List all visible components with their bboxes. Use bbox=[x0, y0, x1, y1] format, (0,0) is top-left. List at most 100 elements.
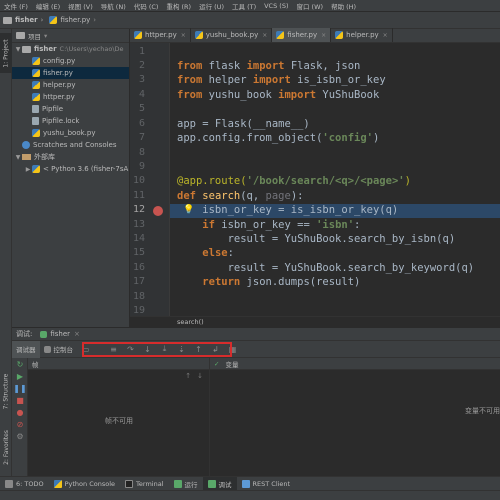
editor-tab[interactable]: httper.py × bbox=[130, 28, 191, 42]
editor-tab[interactable]: yushu_book.py × bbox=[191, 28, 273, 42]
tree-file-item[interactable]: Pipfile bbox=[12, 103, 129, 115]
view-breakpoints-icon[interactable]: ● bbox=[12, 406, 28, 418]
file-icon bbox=[32, 105, 39, 113]
menu-item[interactable]: 代码 (C) bbox=[130, 1, 163, 11]
line-number: 7 bbox=[138, 132, 145, 143]
breadcrumb-separator: › bbox=[40, 16, 44, 24]
expand-arrow-icon[interactable]: ▼ bbox=[14, 154, 22, 161]
expand-arrow-icon[interactable]: ▼ bbox=[14, 46, 22, 53]
project-pane: 项目 ▾ ▼ fisher C:\Users\yechao\De config.… bbox=[12, 29, 130, 327]
code-line: from helper import is_isbn_or_key bbox=[177, 74, 386, 86]
collapse-arrow-icon[interactable]: ▶ bbox=[24, 166, 32, 173]
project-pane-header[interactable]: 项目 ▾ bbox=[12, 29, 129, 43]
menu-item[interactable]: 编辑 (E) bbox=[32, 1, 64, 11]
python-file-icon bbox=[32, 69, 40, 77]
code-line: else: bbox=[202, 247, 234, 259]
menu-item[interactable]: 帮助 (H) bbox=[327, 1, 360, 11]
structure-tool-tab[interactable]: 7: Structure bbox=[0, 369, 12, 413]
breadcrumb-separator: › bbox=[93, 16, 97, 24]
tree-root-fisher[interactable]: ▼ fisher C:\Users\yechao\De bbox=[12, 43, 129, 55]
close-icon[interactable]: × bbox=[262, 32, 267, 39]
scratches-icon bbox=[22, 141, 30, 149]
left-tool-strip: 1: Project 7: Structure 2: Favorites bbox=[0, 29, 12, 476]
line-number: 17 bbox=[132, 276, 145, 287]
favorites-tool-tab[interactable]: 2: Favorites bbox=[0, 425, 12, 469]
editor-tab[interactable]: helper.py × bbox=[331, 28, 393, 42]
terminal-icon bbox=[125, 479, 134, 488]
breadcrumb-file[interactable]: fisher.py › bbox=[46, 16, 99, 24]
code-line: from flask import Flask, json bbox=[177, 60, 361, 72]
debug-tool-button[interactable]: 调试 bbox=[202, 476, 237, 491]
chevron-down-icon[interactable]: ▾ bbox=[44, 32, 47, 40]
python-file-icon bbox=[32, 57, 40, 65]
tab-debugger[interactable]: 调试器 bbox=[12, 340, 40, 358]
python-console-button[interactable]: Python Console bbox=[49, 477, 120, 491]
terminal-button[interactable]: Terminal bbox=[120, 477, 168, 491]
settings-icon[interactable]: ⚙ bbox=[12, 430, 28, 442]
tree-file-item[interactable]: helper.py bbox=[12, 79, 129, 91]
variables-empty-message: 变量不可用 bbox=[465, 407, 500, 415]
close-icon[interactable]: × bbox=[383, 32, 388, 39]
breakpoint-icon[interactable] bbox=[153, 206, 163, 216]
editor-tab[interactable]: fisher.py × bbox=[272, 28, 332, 42]
pause-icon[interactable]: ❚❚ bbox=[12, 382, 28, 394]
tree-file-item[interactable]: fisher.py bbox=[12, 67, 129, 79]
code-line: if isbn_or_key == 'isbn': bbox=[202, 219, 361, 231]
rerun-icon[interactable]: ↻ bbox=[12, 358, 28, 370]
menu-item[interactable]: 重构 (R) bbox=[162, 1, 195, 11]
code-editor[interactable]: 1 2 3 4 5 6 7 8 9 10 11 12 13 14 15 16 17 18 19 from flask… bbox=[130, 43, 500, 316]
tree-file-item[interactable]: config.py bbox=[12, 55, 129, 67]
menu-item[interactable]: 导航 (N) bbox=[97, 1, 130, 11]
debug-session-tab[interactable]: fisher × bbox=[40, 330, 80, 338]
rest-client-button[interactable]: REST Client bbox=[237, 477, 296, 491]
resume-icon[interactable]: ▶ bbox=[12, 370, 28, 382]
frames-nav: ↑ ↓ bbox=[28, 370, 209, 382]
tree-file-item[interactable]: Pipfile.lock bbox=[12, 115, 129, 127]
frames-panel: 帧 ↑ ↓ 帧不可用 bbox=[28, 358, 210, 476]
variables-header: ✓ 变量 bbox=[210, 358, 500, 370]
code-line: app = Flask(__name__) bbox=[177, 118, 310, 130]
python-file-icon bbox=[134, 31, 142, 39]
close-icon[interactable]: × bbox=[321, 32, 326, 39]
python-file-icon bbox=[32, 93, 40, 101]
frame-up-icon[interactable]: ↑ bbox=[185, 372, 191, 380]
breadcrumb-project[interactable]: fisher › bbox=[0, 16, 46, 24]
tree-file-item[interactable]: httper.py bbox=[12, 91, 129, 103]
tree-item-scratches[interactable]: Scratches and Consoles bbox=[12, 139, 129, 151]
debug-icon bbox=[207, 479, 216, 488]
menu-item[interactable]: 文件 (F) bbox=[0, 1, 32, 11]
menu-item[interactable]: 视图 (V) bbox=[64, 1, 97, 11]
step-controls-highlight bbox=[82, 342, 232, 357]
stop-icon[interactable]: ■ bbox=[12, 394, 28, 406]
line-number: 9 bbox=[138, 161, 145, 172]
tree-item-python-sdk[interactable]: ▶ < Python 3.6 (fisher-7sA bbox=[12, 163, 129, 175]
mute-breakpoints-icon[interactable]: ⊘ bbox=[12, 418, 28, 430]
code-breadcrumb[interactable]: search() bbox=[130, 316, 500, 327]
menu-item[interactable]: 运行 (U) bbox=[195, 1, 228, 11]
project-view-icon bbox=[16, 32, 25, 39]
editor-gutter[interactable]: 1 2 3 4 5 6 7 8 9 10 11 12 13 14 15 16 17 18 19 bbox=[130, 43, 170, 316]
run-icon bbox=[173, 479, 182, 488]
project-tool-tab[interactable]: 1: Project bbox=[0, 33, 12, 73]
run-tool-button[interactable]: 运行 bbox=[169, 477, 203, 491]
python-file-icon bbox=[32, 81, 40, 89]
python-file-icon bbox=[49, 16, 58, 24]
line-number: 10 bbox=[132, 175, 145, 186]
tree-file-item[interactable]: yushu_book.py bbox=[12, 127, 129, 139]
frame-down-icon[interactable]: ↓ bbox=[197, 372, 203, 380]
close-icon[interactable]: × bbox=[74, 330, 80, 338]
rest-client-icon bbox=[241, 479, 250, 488]
todo-tool-button[interactable]: 6: TODO bbox=[0, 477, 49, 491]
line-number: 14 bbox=[132, 233, 145, 244]
line-number: 19 bbox=[132, 305, 145, 316]
menu-item[interactable]: 窗口 (W) bbox=[292, 1, 327, 11]
tree-item-external-libraries[interactable]: ▼ 外部库 bbox=[12, 151, 129, 163]
folder-icon bbox=[22, 45, 31, 53]
menu-bar: 文件 (F) 编辑 (E) 视图 (V) 导航 (N) 代码 (C) 重构 (R) 运行 (… bbox=[0, 0, 500, 12]
menu-item[interactable]: 工具 (T) bbox=[228, 1, 260, 11]
python-file-icon bbox=[335, 31, 344, 39]
menu-item[interactable]: VCS (S) bbox=[260, 2, 292, 10]
tab-console[interactable]: 控制台 bbox=[40, 341, 78, 358]
python-file-icon bbox=[32, 129, 40, 137]
close-icon[interactable]: × bbox=[181, 32, 186, 39]
